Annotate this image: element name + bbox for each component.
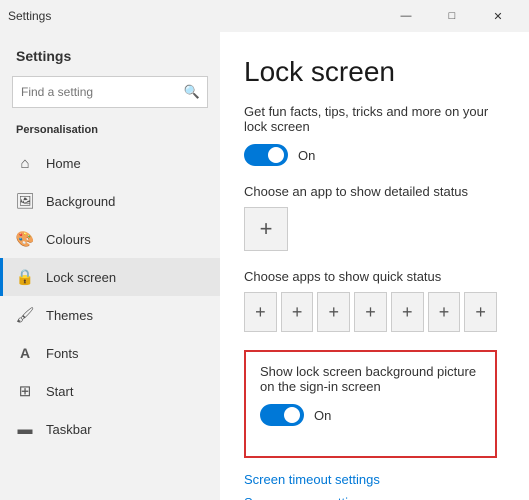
quick-status-row: + + + + + + +	[244, 292, 497, 332]
screen-timeout-link[interactable]: Screen timeout settings	[244, 472, 497, 487]
background-icon: 🖼	[16, 192, 34, 210]
sidebar-item-label-start: Start	[46, 384, 73, 399]
sign-in-screen-highlight-box: Show lock screen background picture on t…	[244, 350, 497, 458]
colours-icon: 🎨	[16, 230, 34, 248]
sidebar-item-label-fonts: Fonts	[46, 346, 79, 361]
sidebar-item-themes[interactable]: 🖌 Themes	[0, 296, 220, 334]
quick-status-btn-1[interactable]: +	[244, 292, 277, 332]
fun-facts-toggle[interactable]	[244, 144, 288, 166]
sidebar-item-label-colours: Colours	[46, 232, 91, 247]
fonts-icon: A	[16, 344, 34, 362]
sidebar-item-background[interactable]: 🖼 Background	[0, 182, 220, 220]
sidebar-item-lock-screen[interactable]: 🔒 Lock screen	[0, 258, 220, 296]
titlebar-controls: — □ ✕	[383, 0, 521, 32]
fun-facts-toggle-label: On	[298, 148, 315, 163]
sidebar-item-label-themes: Themes	[46, 308, 93, 323]
sidebar-item-label-home: Home	[46, 156, 81, 171]
themes-icon: 🖌	[16, 306, 34, 324]
quick-status-btn-4[interactable]: +	[354, 292, 387, 332]
search-box: 🔍	[12, 76, 208, 108]
quick-status-btn-3[interactable]: +	[317, 292, 350, 332]
home-icon: ⌂	[16, 154, 34, 172]
quick-status-btn-2[interactable]: +	[281, 292, 314, 332]
sidebar-item-label-lock-screen: Lock screen	[46, 270, 116, 285]
start-icon: ⊞	[16, 382, 34, 400]
sidebar-item-taskbar[interactable]: ▬ Taskbar	[0, 410, 220, 448]
personalisation-label: Personalisation	[0, 120, 220, 144]
close-button[interactable]: ✕	[475, 0, 521, 32]
minimize-button[interactable]: —	[383, 0, 429, 32]
fun-facts-toggle-row: On	[244, 144, 497, 166]
quick-status-desc: Choose apps to show quick status	[244, 269, 497, 284]
quick-status-btn-6[interactable]: +	[428, 292, 461, 332]
sidebar-item-label-taskbar: Taskbar	[46, 422, 92, 437]
search-input[interactable]	[12, 76, 208, 108]
sidebar-item-fonts[interactable]: A Fonts	[0, 334, 220, 372]
sidebar-app-title: Settings	[0, 40, 220, 76]
sign-in-toggle[interactable]	[260, 404, 304, 426]
quick-status-btn-5[interactable]: +	[391, 292, 424, 332]
fun-facts-desc: Get fun facts, tips, tricks and more on …	[244, 104, 497, 134]
main-panel: Lock screen Get fun facts, tips, tricks …	[220, 32, 529, 500]
sidebar: Settings 🔍 Personalisation ⌂ Home 🖼 Back…	[0, 32, 220, 500]
sign-in-toggle-label: On	[314, 408, 331, 423]
titlebar-title: Settings	[8, 9, 383, 23]
maximize-button[interactable]: □	[429, 0, 475, 32]
taskbar-icon: ▬	[16, 420, 34, 438]
toggle-knob	[268, 147, 284, 163]
page-title: Lock screen	[244, 56, 497, 88]
sidebar-item-label-background: Background	[46, 194, 115, 209]
add-detailed-status-button[interactable]: +	[244, 207, 288, 251]
detailed-status-desc: Choose an app to show detailed status	[244, 184, 497, 199]
sign-in-screen-desc: Show lock screen background picture on t…	[260, 364, 481, 394]
lock-screen-icon: 🔒	[16, 268, 34, 286]
sign-in-toggle-knob	[284, 407, 300, 423]
search-icon: 🔍	[184, 84, 200, 100]
sidebar-item-colours[interactable]: 🎨 Colours	[0, 220, 220, 258]
quick-status-btn-7[interactable]: +	[464, 292, 497, 332]
app-container: Settings 🔍 Personalisation ⌂ Home 🖼 Back…	[0, 32, 529, 500]
sidebar-item-home[interactable]: ⌂ Home	[0, 144, 220, 182]
sign-in-toggle-row: On	[260, 404, 481, 426]
screen-saver-link[interactable]: Screen saver settings	[244, 495, 497, 500]
titlebar: Settings — □ ✕	[0, 0, 529, 32]
sidebar-item-start[interactable]: ⊞ Start	[0, 372, 220, 410]
